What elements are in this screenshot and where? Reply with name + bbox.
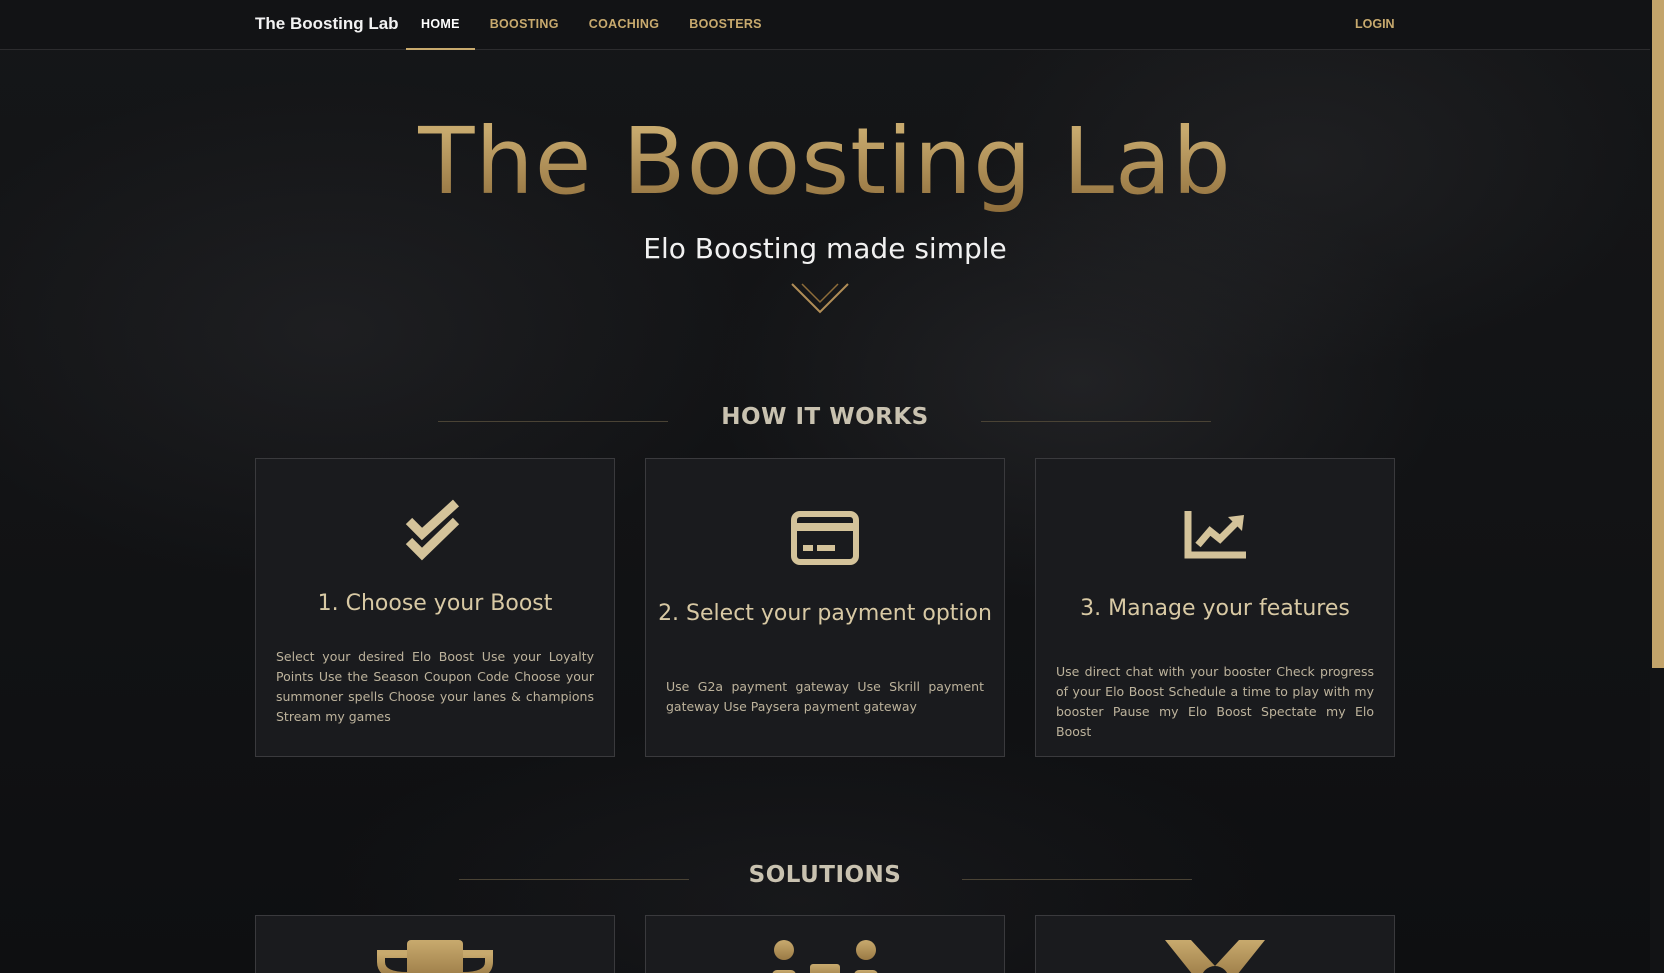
- nav-link-boosters[interactable]: BOOSTERS: [674, 0, 777, 50]
- how-it-works-heading: HOW IT WORKS: [721, 404, 929, 430]
- medal-icon: [1036, 940, 1394, 973]
- chart-line-icon: [1036, 511, 1394, 559]
- solution-card-3: [1035, 915, 1395, 973]
- hero-subtitle: Elo Boosting made simple: [643, 232, 1007, 265]
- step-card-title: 3. Manage your features: [1080, 596, 1350, 621]
- hero-title: The Boosting Lab: [0, 108, 1650, 215]
- trophy-icon: [256, 940, 614, 973]
- nav-link-boosting[interactable]: BOOSTING: [475, 0, 574, 50]
- main-nav: HOME BOOSTING COACHING BOOSTERS: [406, 0, 777, 50]
- nav-link-home[interactable]: HOME: [406, 0, 475, 50]
- top-navbar: The Boosting Lab HOME BOOSTING COACHING …: [0, 0, 1650, 50]
- brand-logo-text[interactable]: The Boosting Lab: [255, 0, 399, 48]
- nav-link-coaching[interactable]: COACHING: [574, 0, 674, 50]
- step-card-title: 2. Select your payment option: [658, 601, 992, 626]
- scrollbar-thumb[interactable]: [1652, 0, 1664, 668]
- solution-card-2: [645, 915, 1005, 973]
- step-card-2: 2. Select your payment option Use G2a pa…: [645, 458, 1005, 757]
- step-card-description: Use direct chat with your booster Check …: [1056, 664, 1374, 739]
- credit-card-icon: [646, 511, 1004, 565]
- login-link[interactable]: LOGIN: [1340, 0, 1410, 48]
- step-card-description: Select your desired Elo Boost Use your L…: [276, 649, 594, 724]
- step-card-title: 1. Choose your Boost: [317, 591, 553, 616]
- solution-card-1: [255, 915, 615, 973]
- double-check-icon: [256, 499, 614, 561]
- step-card-1: 1. Choose your Boost Select your desired…: [255, 458, 615, 757]
- page-scrollbar[interactable]: [1650, 0, 1664, 973]
- how-it-works-right-rule: [981, 421, 1211, 422]
- step-card-3: 3. Manage your features Use direct chat …: [1035, 458, 1395, 757]
- step-card-description: Use G2a payment gateway Use Skrill payme…: [666, 679, 984, 714]
- hero-ornament-divider: [30, 283, 1620, 314]
- solutions-right-rule: [962, 879, 1192, 880]
- solutions-heading: SOLUTIONS: [748, 862, 902, 888]
- users-icon: [646, 940, 1004, 973]
